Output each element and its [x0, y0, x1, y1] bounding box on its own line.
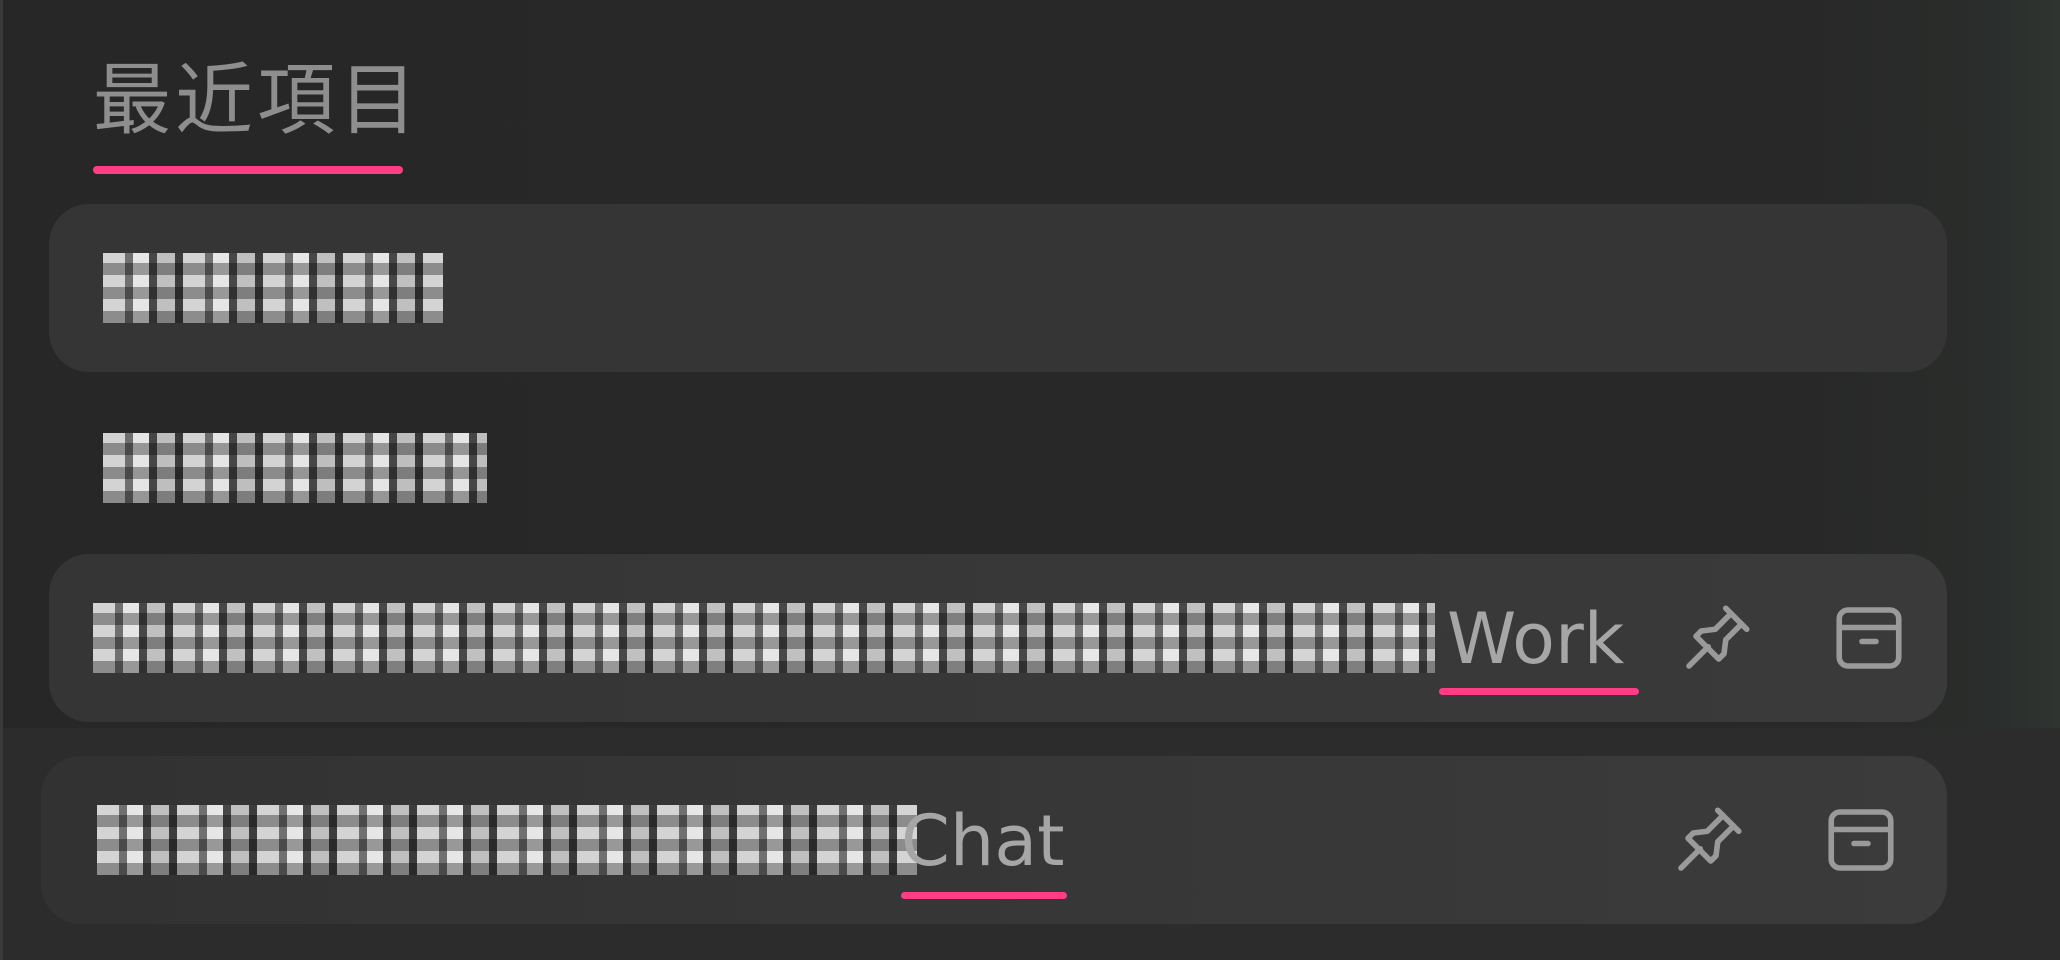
item-tag-work: Work	[1447, 598, 1625, 680]
pin-icon	[1678, 807, 1742, 871]
section-title: 最近項目	[93, 56, 422, 146]
archive-icon	[1836, 607, 1902, 669]
item-tag-chat: Chat	[901, 800, 1065, 882]
recent-item-4[interactable]: ██████████████ Chat	[41, 756, 1947, 924]
archive-button[interactable]	[1827, 596, 1911, 680]
pin-icon	[1686, 605, 1750, 669]
recent-item-label: ██████████████	[97, 805, 917, 875]
section-title-underline	[93, 166, 403, 174]
recent-item-1[interactable]: ████████	[49, 204, 1947, 372]
item-tag-underline	[901, 892, 1067, 899]
pin-button[interactable]	[1667, 798, 1751, 882]
archive-button[interactable]	[1819, 798, 1903, 882]
recent-item-label: ████████	[103, 253, 443, 323]
recent-items-panel: 最近項目 ████████ ████████ █████████████████…	[0, 0, 2060, 960]
pin-button[interactable]	[1675, 596, 1759, 680]
item-tag-underline	[1439, 688, 1639, 695]
recent-item-3[interactable]: ████████████████████████████ Work	[49, 554, 1947, 722]
recent-item-label: ████████████████████████████	[93, 603, 1435, 673]
archive-icon	[1828, 809, 1894, 871]
recent-item-2[interactable]: ████████	[49, 384, 1947, 552]
recent-item-label: ████████	[103, 433, 487, 503]
